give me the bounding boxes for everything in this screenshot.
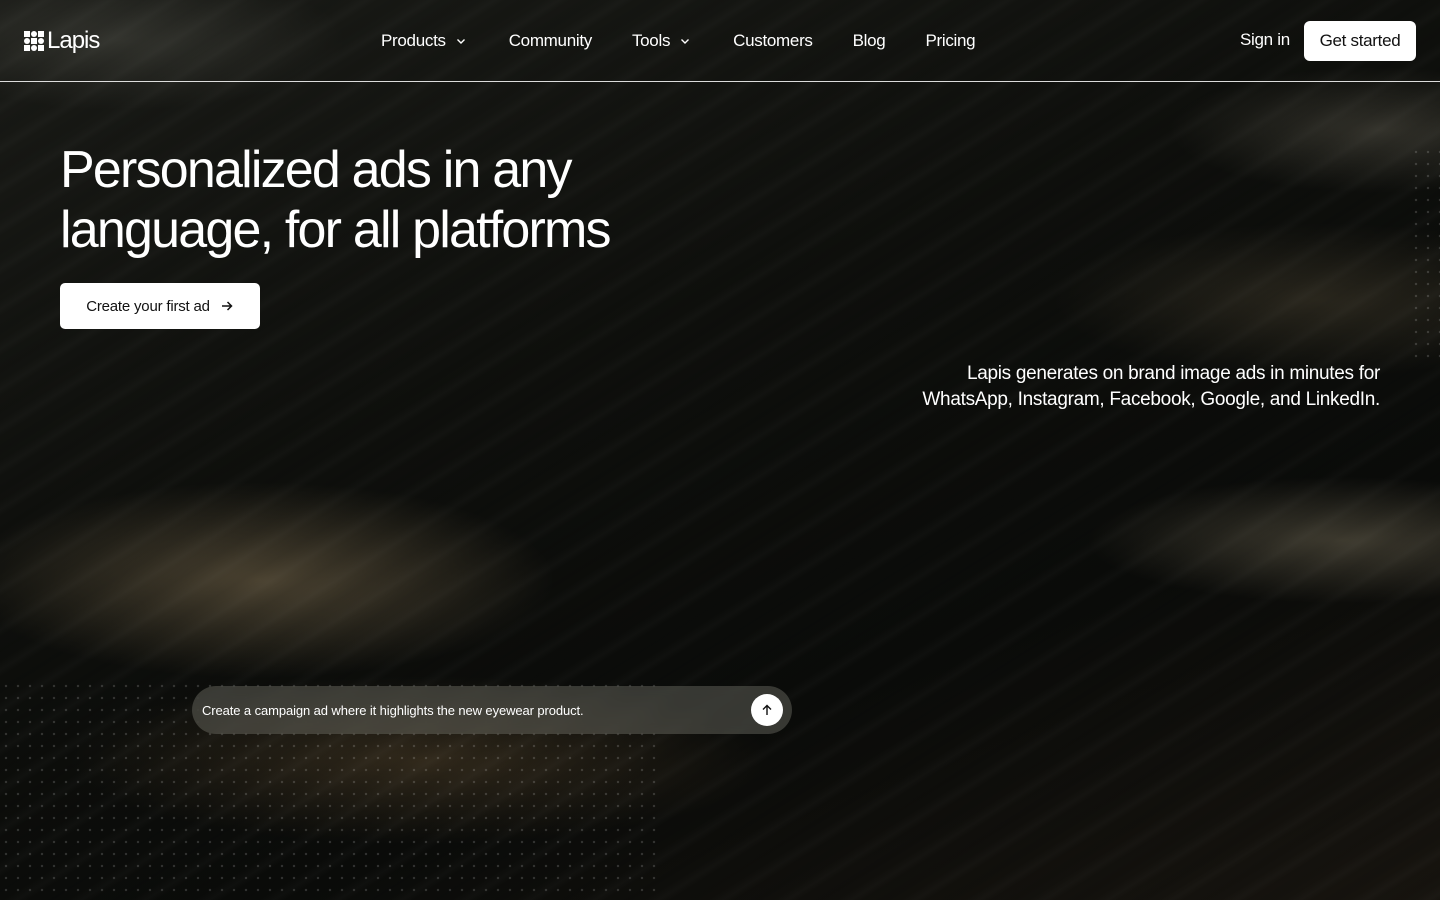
nav-item-label: Tools bbox=[631, 31, 671, 50]
nav-item-label: Community bbox=[508, 31, 593, 50]
top-nav: Lapis Products Community Tools Customers… bbox=[0, 0, 1440, 82]
get-started-button[interactable]: Get started bbox=[1304, 21, 1416, 61]
prompt-bar bbox=[192, 686, 792, 734]
create-first-ad-button[interactable]: Create your first ad bbox=[60, 283, 260, 329]
hero-subtext-line1: Lapis generates on brand image ads in mi… bbox=[966, 363, 1380, 384]
sign-in-link[interactable]: Sign in bbox=[1240, 30, 1290, 50]
dot-pattern-right bbox=[1410, 146, 1440, 358]
nav-item-label: Customers bbox=[733, 31, 813, 50]
nav-item-pricing[interactable]: Pricing bbox=[925, 31, 975, 51]
nav-item-community[interactable]: Community bbox=[508, 31, 593, 51]
hero-headline-line1: Personalized ads in any bbox=[60, 141, 573, 199]
nav-links: Products Community Tools Customers Blog … bbox=[381, 30, 976, 52]
arrow-up-icon bbox=[762, 704, 772, 715]
background-streaks bbox=[0, 0, 1440, 900]
chevron-down-icon bbox=[456, 39, 465, 44]
prompt-input[interactable] bbox=[202, 700, 742, 720]
nav-item-label: Pricing bbox=[925, 31, 976, 50]
nav-item-customers[interactable]: Customers bbox=[733, 31, 813, 51]
hero-headline: Personalized ads in any language, for al… bbox=[60, 140, 700, 260]
nav-item-blog[interactable]: Blog bbox=[853, 31, 886, 51]
brand-name: Lapis bbox=[47, 27, 100, 54]
nav-item-products[interactable]: Products bbox=[381, 31, 467, 51]
nav-item-label: Blog bbox=[852, 31, 886, 50]
page: Lapis Products Community Tools Customers… bbox=[0, 0, 1440, 900]
lapis-grid-logo-icon bbox=[24, 31, 44, 51]
hero-headline-line2: language, for all platforms bbox=[60, 201, 612, 259]
hero-subtext-line2: WhatsApp, Instagram, Facebook, Google, a… bbox=[922, 389, 1380, 410]
chevron-down-icon bbox=[681, 39, 690, 44]
nav-item-tools[interactable]: Tools bbox=[632, 31, 691, 51]
hero-subtext: Lapis generates on brand image ads in mi… bbox=[880, 361, 1380, 413]
cta-label: Create your first ad bbox=[86, 297, 210, 315]
logo[interactable]: Lapis bbox=[24, 27, 100, 55]
nav-item-label: Products bbox=[381, 31, 446, 50]
send-button[interactable] bbox=[751, 694, 783, 726]
arrow-right-icon bbox=[221, 301, 233, 311]
